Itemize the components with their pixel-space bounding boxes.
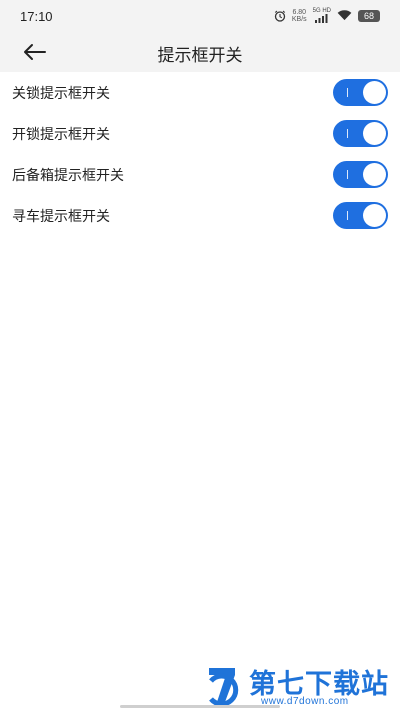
net-speed: 6.80 KB/s (292, 9, 307, 23)
setting-label: 寻车提示框开关 (12, 209, 110, 225)
unlock-prompt-toggle[interactable] (333, 120, 388, 147)
toggle-on-mark (347, 129, 348, 138)
toggle-on-mark (347, 211, 348, 220)
wifi-icon (337, 10, 352, 21)
lock-prompt-toggle[interactable] (333, 79, 388, 106)
find-car-prompt-toggle[interactable] (333, 202, 388, 229)
page-title: 提示框开关 (157, 46, 243, 66)
setting-row-unlock: 开锁提示框开关 (0, 113, 400, 154)
alarm-icon (274, 10, 286, 22)
trunk-prompt-toggle[interactable] (333, 161, 388, 188)
toggle-knob (363, 163, 386, 186)
header-bar: 提示框开关 (0, 32, 400, 72)
battery-icon: 68 (358, 9, 380, 22)
toggle-knob (363, 81, 386, 104)
setting-label: 关锁提示框开关 (12, 86, 110, 102)
setting-row-find-car: 寻车提示框开关 (0, 195, 400, 236)
signal-block: 5G HD (313, 8, 331, 23)
toggle-knob (363, 204, 386, 227)
home-indicator[interactable] (120, 705, 280, 708)
settings-list: 关锁提示框开关 开锁提示框开关 后备箱提示框开关 寻车提示框开关 (0, 72, 400, 236)
status-icons: 6.80 KB/s 5G HD 68 (274, 8, 380, 23)
toggle-knob (363, 122, 386, 145)
status-bar: 17:10 6.80 KB/s 5G HD 68 (0, 0, 400, 32)
setting-label: 后备箱提示框开关 (12, 168, 124, 184)
setting-label: 开锁提示框开关 (12, 127, 110, 143)
status-time: 17:10 (20, 9, 53, 24)
net-speed-value: 6.80 (292, 8, 307, 16)
d7-logo-icon (209, 668, 239, 707)
toggle-on-mark (347, 170, 348, 179)
setting-row-lock: 关锁提示框开关 (0, 72, 400, 113)
setting-row-trunk: 后备箱提示框开关 (0, 154, 400, 195)
signal-icon (314, 14, 328, 23)
toggle-on-mark (347, 88, 348, 97)
site-watermark: 第七下载站 www.d7down.com (205, 662, 395, 708)
net-speed-unit: KB/s (291, 15, 307, 23)
